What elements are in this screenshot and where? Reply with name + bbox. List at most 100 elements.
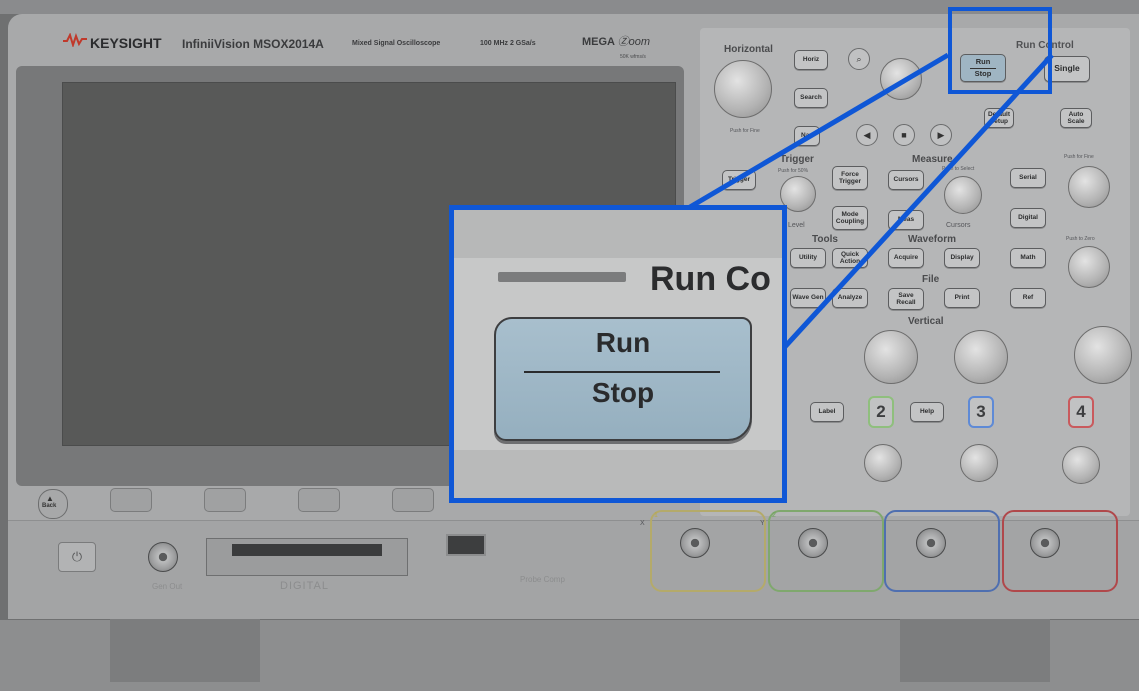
- ch4-connector[interactable]: [1030, 528, 1060, 558]
- horizontal-scale-knob[interactable]: [714, 60, 772, 118]
- utility-button[interactable]: Utility: [790, 248, 826, 268]
- search-button[interactable]: Search: [794, 88, 828, 108]
- megazoom-subtitle: 50K wfms/s: [620, 54, 646, 60]
- push-to-select-label: Push to Select: [942, 166, 975, 172]
- waveform-section-title: Waveform: [908, 234, 956, 245]
- cursors-knob[interactable]: [944, 176, 982, 214]
- tools-section-title: Tools: [812, 234, 838, 245]
- display-button[interactable]: Display: [944, 248, 980, 268]
- mode-coupling-button[interactable]: Mode Coupling: [832, 206, 868, 230]
- level-label: Level: [788, 222, 805, 229]
- ch2-position-knob[interactable]: [864, 444, 902, 482]
- ch2-scale-knob[interactable]: [864, 330, 918, 384]
- probe-comp-label: Probe Comp: [520, 575, 565, 584]
- wave-gen-button[interactable]: Wave Gen: [790, 288, 826, 308]
- ch2-tag: 2: [772, 512, 776, 519]
- cursors-button[interactable]: Cursors: [888, 170, 924, 190]
- push-for-50-label: Push for 50%: [778, 168, 809, 174]
- navigate-button[interactable]: Nav: [794, 126, 820, 146]
- push-for-fine-right-label: Push for Fine: [1064, 154, 1094, 160]
- ref-button[interactable]: Ref: [1010, 288, 1046, 308]
- ch1-x-label: X: [640, 520, 645, 527]
- ch3-scale-knob[interactable]: [954, 330, 1008, 384]
- auto-scale-button[interactable]: Auto Scale: [1060, 108, 1092, 128]
- push-for-fine-label: Push for Fine: [730, 128, 760, 134]
- ch2-y-label: Y: [760, 520, 765, 527]
- ch4-scale-knob[interactable]: [1074, 326, 1132, 384]
- horizontal-section-title: Horizontal: [724, 44, 773, 55]
- softkey-4[interactable]: [392, 488, 434, 512]
- usb-port[interactable]: [446, 534, 486, 556]
- zoom-run-control-title: Run Co: [650, 260, 771, 298]
- keysight-logo-icon: [63, 33, 87, 47]
- digital-port-slot[interactable]: [232, 544, 382, 556]
- ch2-connector[interactable]: [798, 528, 828, 558]
- horiz-button[interactable]: Horiz: [794, 50, 828, 70]
- digital-scale-knob[interactable]: [1068, 166, 1110, 208]
- back-navigate-button[interactable]: ◀: [856, 124, 878, 146]
- cursors-knob-label: Cursors: [946, 222, 971, 229]
- label-button[interactable]: Label: [810, 402, 844, 422]
- zoom-stop-label: Stop: [591, 377, 655, 408]
- digital-port-label: DIGITAL: [280, 580, 329, 592]
- power-icon: ⏻: [71, 549, 83, 564]
- print-button[interactable]: Print: [944, 288, 980, 308]
- horizontal-position-knob[interactable]: [880, 58, 922, 100]
- ch1-connector[interactable]: [680, 528, 710, 558]
- file-section-title: File: [922, 274, 940, 285]
- zoom-run-stop-button[interactable]: Run Stop: [494, 317, 752, 441]
- channel-3-button[interactable]: 3: [968, 396, 994, 428]
- arrow-right-icon: ▶: [937, 129, 945, 140]
- digital-position-knob[interactable]: [1068, 246, 1110, 288]
- zoom-run-label: Run: [595, 327, 651, 358]
- ch3-position-knob[interactable]: [960, 444, 998, 482]
- quick-action-button[interactable]: Quick Action: [832, 248, 868, 268]
- ch4-position-knob[interactable]: [1062, 446, 1100, 484]
- trigger-button[interactable]: Trigger: [722, 170, 756, 190]
- push-to-zero-label: Push to Zero: [1066, 236, 1095, 242]
- softkey-1[interactable]: [110, 488, 152, 512]
- help-button[interactable]: Help: [910, 402, 944, 422]
- save-recall-button[interactable]: Save Recall: [888, 288, 924, 310]
- zoom-icon: ⌕: [856, 53, 862, 64]
- acquire-button[interactable]: Acquire: [888, 248, 924, 268]
- right-foot: [900, 612, 1050, 682]
- meas-button[interactable]: Meas: [888, 210, 924, 230]
- measure-section-title: Measure: [912, 154, 953, 165]
- ch3-connector[interactable]: [916, 528, 946, 558]
- ch2-connector-frame: [768, 510, 884, 592]
- power-button[interactable]: ⏻: [58, 542, 96, 572]
- gen-out-label: Gen Out: [152, 582, 183, 591]
- channel-4-button[interactable]: 4: [1068, 396, 1094, 428]
- softkey-2[interactable]: [204, 488, 246, 512]
- model-description: Mixed Signal Oscilloscope: [352, 40, 441, 47]
- square-stop-icon: ■: [901, 130, 907, 140]
- forward-navigate-button[interactable]: ▶: [930, 124, 952, 146]
- model-specs: 100 MHz 2 GSa/s: [480, 40, 536, 47]
- softkey-3[interactable]: [298, 488, 340, 512]
- horizontal-search-button[interactable]: ⌕: [848, 48, 870, 70]
- ch1-tag: 1: [654, 512, 658, 519]
- megazoom-logo: MEGA Ⓩoom: [582, 36, 651, 48]
- gen-out-connector[interactable]: [148, 542, 178, 572]
- digital-button[interactable]: Digital: [1010, 208, 1046, 228]
- zoom-inset-section-bar: [498, 272, 626, 282]
- math-button[interactable]: Math: [1010, 248, 1046, 268]
- run-stop-zoom-inset: Run Co Run Stop: [449, 205, 787, 503]
- run-stop-highlight-box: [948, 7, 1052, 94]
- force-trigger-button[interactable]: Force Trigger: [832, 166, 868, 190]
- arrow-left-icon: ◀: [863, 129, 871, 140]
- stop-navigate-button[interactable]: ■: [893, 124, 915, 146]
- back-arrow-icon: ▲: [46, 494, 54, 503]
- back-label: Back: [42, 503, 57, 509]
- channel-2-button[interactable]: 2: [868, 396, 894, 428]
- left-foot: [110, 612, 260, 682]
- ch1-connector-frame: [650, 510, 766, 592]
- vertical-section-title: Vertical: [908, 316, 944, 327]
- zoom-inset-top-band: [454, 210, 782, 258]
- zoom-run-stop-divider: [524, 371, 720, 373]
- default-setup-button[interactable]: Default Setup: [984, 108, 1014, 128]
- zoom-inset-lower-band: [454, 450, 782, 498]
- serial-button[interactable]: Serial: [1010, 168, 1046, 188]
- analyze-button[interactable]: Analyze: [832, 288, 868, 308]
